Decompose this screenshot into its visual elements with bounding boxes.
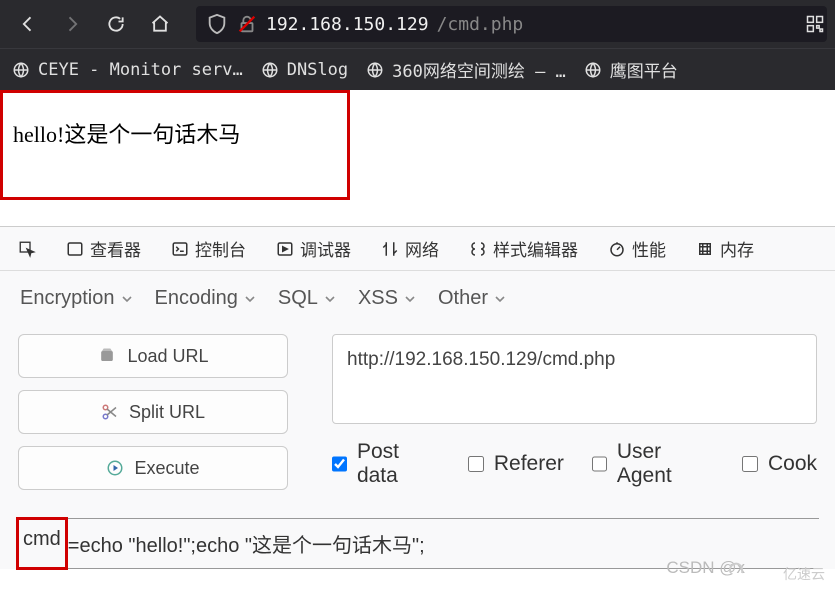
menu-label: Other bbox=[438, 287, 488, 310]
bookmark-item[interactable]: CEYE - Monitor serv… bbox=[12, 60, 243, 80]
menu-label: Encoding bbox=[155, 287, 238, 310]
bookmark-label: DNSlog bbox=[287, 60, 348, 80]
forward-button[interactable] bbox=[52, 5, 92, 43]
load-url-button[interactable]: Load URL bbox=[18, 334, 288, 378]
tab-label: 网络 bbox=[405, 236, 439, 261]
shield-icon bbox=[206, 13, 228, 35]
checkbox[interactable] bbox=[742, 456, 758, 472]
tab-console[interactable]: 控制台 bbox=[159, 227, 258, 270]
chevron-down-icon bbox=[404, 293, 416, 305]
checkbox[interactable] bbox=[468, 456, 484, 472]
address-host: 192.168.150.129 bbox=[266, 14, 429, 35]
tab-memory[interactable]: 内存 bbox=[684, 227, 766, 270]
bookmark-label: 鹰图平台 bbox=[610, 57, 678, 82]
tab-label: 内存 bbox=[720, 236, 754, 261]
button-label: Split URL bbox=[129, 402, 205, 423]
check-label: User Agent bbox=[617, 440, 714, 488]
check-cookies[interactable]: Cook bbox=[742, 452, 817, 476]
chevron-down-icon bbox=[244, 293, 256, 305]
scissors-icon bbox=[101, 402, 119, 422]
hackbar-body: Load URL Split URL Execute Post data bbox=[0, 326, 835, 498]
brand-watermark: 亿速云 bbox=[719, 555, 825, 584]
page-output: hello!这是个一句话木马 bbox=[0, 90, 350, 200]
split-url-button[interactable]: Split URL bbox=[18, 390, 288, 434]
checkbox[interactable] bbox=[332, 456, 347, 472]
bookmarks-bar: CEYE - Monitor serv… DNSlog 360网络空间测绘 — … bbox=[0, 48, 835, 90]
check-referer[interactable]: Referer bbox=[468, 452, 564, 476]
chevron-down-icon bbox=[324, 293, 336, 305]
chevron-down-icon bbox=[494, 293, 506, 305]
url-input[interactable] bbox=[332, 334, 817, 424]
address-bar[interactable]: 192.168.150.129/cmd.php bbox=[196, 6, 827, 42]
tab-performance[interactable]: 性能 bbox=[596, 227, 678, 270]
cmd-value: =echo "hello!";echo "这是个一句话木马"; bbox=[68, 529, 425, 558]
tab-label: 性能 bbox=[632, 236, 666, 261]
menu-sql[interactable]: SQL bbox=[278, 287, 336, 310]
check-label: Post data bbox=[357, 440, 440, 488]
insecure-lock-icon bbox=[236, 13, 258, 35]
check-post-data[interactable]: Post data bbox=[332, 440, 440, 488]
tab-style-editor[interactable]: 样式编辑器 bbox=[457, 227, 590, 270]
check-label: Cook bbox=[768, 452, 817, 476]
back-button[interactable] bbox=[8, 5, 48, 43]
check-label: Referer bbox=[494, 452, 564, 476]
menu-other[interactable]: Other bbox=[438, 287, 506, 310]
devtools-panel: 查看器 控制台 调试器 网络 样式编辑器 性能 内存 Encryption bbox=[0, 226, 835, 569]
check-user-agent[interactable]: User Agent bbox=[592, 440, 714, 488]
tab-inspector[interactable]: 查看器 bbox=[54, 227, 153, 270]
menu-xss[interactable]: XSS bbox=[358, 287, 416, 310]
bookmark-label: 360网络空间测绘 — … bbox=[392, 57, 566, 82]
tab-select-element[interactable] bbox=[6, 227, 48, 270]
tab-debugger[interactable]: 调试器 bbox=[264, 227, 363, 270]
menu-label: XSS bbox=[358, 287, 398, 310]
reload-button[interactable] bbox=[96, 5, 136, 43]
button-label: Execute bbox=[134, 458, 199, 479]
menu-label: Encryption bbox=[20, 287, 115, 310]
cmd-param-highlight: cmd bbox=[16, 517, 68, 570]
browser-top-nav: 192.168.150.129/cmd.php bbox=[0, 0, 835, 48]
bookmark-item[interactable]: 360网络空间测绘 — … bbox=[366, 57, 566, 82]
home-button[interactable] bbox=[140, 5, 180, 43]
load-icon bbox=[97, 346, 117, 366]
output-text: hello!这是个一句话木马 bbox=[13, 122, 240, 147]
qr-icon[interactable] bbox=[805, 14, 825, 37]
button-label: Load URL bbox=[127, 346, 208, 367]
devtools-tab-bar: 查看器 控制台 调试器 网络 样式编辑器 性能 内存 bbox=[0, 227, 835, 271]
menu-encryption[interactable]: Encryption bbox=[20, 287, 133, 310]
action-button-column: Load URL Split URL Execute bbox=[18, 334, 288, 490]
bookmark-item[interactable]: 鹰图平台 bbox=[584, 57, 678, 82]
options-row: Post data Referer User Agent Cook bbox=[332, 424, 817, 488]
chevron-down-icon bbox=[121, 293, 133, 305]
bookmark-label: CEYE - Monitor serv… bbox=[38, 60, 243, 80]
tab-label: 查看器 bbox=[90, 236, 141, 261]
tab-label: 调试器 bbox=[300, 236, 351, 261]
tab-label: 样式编辑器 bbox=[493, 236, 578, 261]
menu-encoding[interactable]: Encoding bbox=[155, 287, 256, 310]
play-icon bbox=[106, 459, 124, 477]
execute-button[interactable]: Execute bbox=[18, 446, 288, 490]
address-path: /cmd.php bbox=[437, 14, 524, 35]
menu-label: SQL bbox=[278, 287, 318, 310]
checkbox[interactable] bbox=[592, 456, 607, 472]
tab-network[interactable]: 网络 bbox=[369, 227, 451, 270]
brand-label: 亿速云 bbox=[783, 566, 825, 582]
bookmark-item[interactable]: DNSlog bbox=[261, 60, 348, 80]
hackbar-toolbar: Encryption Encoding SQL XSS Other bbox=[0, 271, 835, 326]
tab-label: 控制台 bbox=[195, 236, 246, 261]
